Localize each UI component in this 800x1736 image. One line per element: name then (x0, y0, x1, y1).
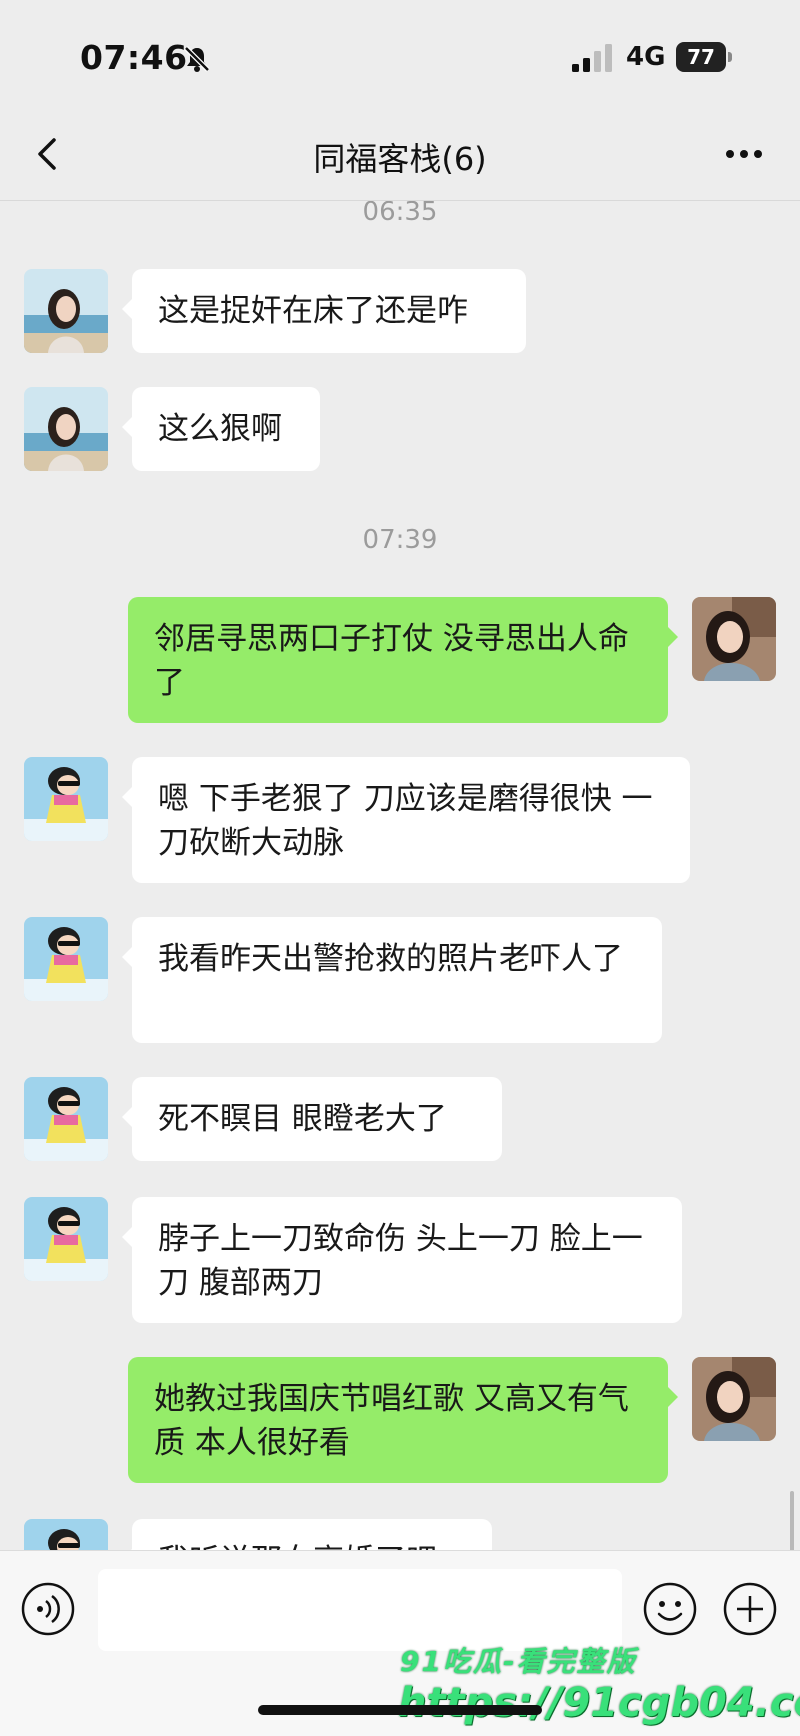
cartoon-girl-avatar[interactable] (24, 1519, 108, 1551)
woman-beach-avatar[interactable] (24, 269, 108, 353)
chat-title: 同福客栈(6) (313, 140, 487, 178)
status-time: 07:46 (80, 38, 188, 77)
message-input[interactable] (98, 1569, 622, 1651)
watermark-title: 91吃瓜-看完整版 (400, 1645, 637, 1678)
message-bubble[interactable]: 我看昨天出警抢救的照片老吓人了 (122, 917, 662, 1043)
message-bubble[interactable]: 我听说那女离婚了吧 (122, 1519, 492, 1551)
message-bubble[interactable]: 她教过我国庆节唱红歌 又高又有气质 本人很好看 (128, 1357, 678, 1483)
battery-indicator: 77 (676, 42, 732, 72)
battery-tip (728, 52, 732, 62)
battery-level: 77 (676, 42, 726, 72)
message-bubble[interactable]: 死不瞑目 眼瞪老大了 (122, 1077, 502, 1161)
emoji-icon[interactable] (642, 1581, 698, 1637)
self-avatar[interactable] (692, 1357, 776, 1441)
message-bubble[interactable]: 这么狠啊 (122, 387, 320, 471)
cartoon-girl-avatar[interactable] (24, 917, 108, 1001)
scrollbar[interactable] (790, 1491, 794, 1551)
message-timestamp: 07:39 (362, 525, 438, 555)
cartoon-girl-avatar[interactable] (24, 757, 108, 841)
message-timestamp: 06:35 (362, 201, 438, 227)
chat-screen: 07:46 4G 77 同福客栈(6) 06:35 这是捉奸在床了还是咋 这么狠… (0, 0, 800, 1736)
voice-icon[interactable] (20, 1581, 76, 1637)
bell-slash-icon (184, 46, 210, 72)
signal-icon (572, 44, 612, 72)
message-bubble[interactable]: 这是捉奸在床了还是咋 (122, 269, 526, 353)
woman-beach-avatar[interactable] (24, 387, 108, 471)
message-list[interactable]: 06:35 这是捉奸在床了还是咋 这么狠啊 07:39 邻居寻思两口子打仗 没寻… (0, 201, 800, 1551)
cartoon-girl-avatar[interactable] (24, 1197, 108, 1281)
message-bubble[interactable]: 嗯 下手老狠了 刀应该是磨得很快 一刀砍断大动脉 (122, 757, 690, 883)
home-indicator[interactable] (258, 1705, 542, 1715)
message-bubble[interactable]: 脖子上一刀致命伤 头上一刀 脸上一刀 腹部两刀 (122, 1197, 682, 1323)
network-type: 4G (626, 42, 666, 72)
plus-icon[interactable] (722, 1581, 778, 1637)
self-avatar[interactable] (692, 597, 776, 681)
watermark-url: https://91cgb04.com (398, 1680, 800, 1726)
nav-bar: 同福客栈(6) (0, 110, 800, 201)
status-bar: 07:46 4G 77 (0, 0, 800, 110)
more-dots-icon[interactable] (716, 128, 772, 180)
message-bubble[interactable]: 邻居寻思两口子打仗 没寻思出人命了 (128, 597, 678, 723)
cartoon-girl-avatar[interactable] (24, 1077, 108, 1161)
